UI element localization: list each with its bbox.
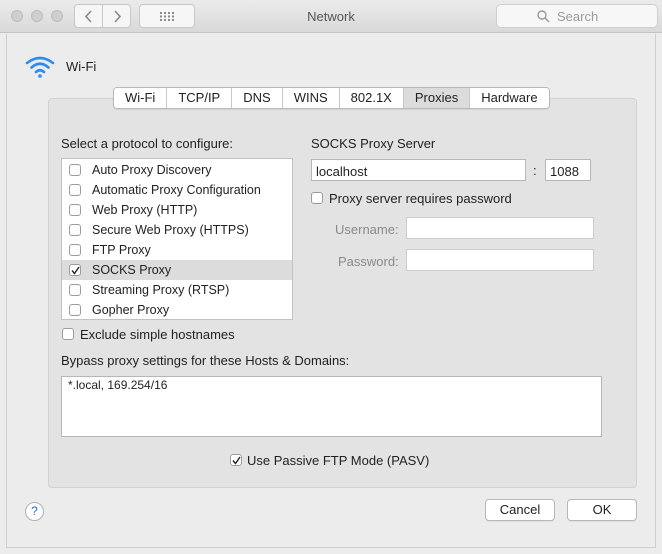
socks-heading: SOCKS Proxy Server [311,136,436,151]
username-label: Username: [335,222,399,237]
proxy-port-value: 1088 [550,164,579,179]
search-placeholder: Search [557,9,599,24]
proxy-server-field[interactable]: localhost [311,159,526,181]
checkbox[interactable] [69,284,81,296]
protocol-label: Web Proxy (HTTP) [92,203,198,217]
protocol-label: Gopher Proxy [92,303,170,317]
protocol-item-automatic-proxy-configuration[interactable]: Automatic Proxy Configuration [62,180,292,200]
exclude-simple-hostnames-checkbox[interactable] [62,328,74,340]
protocol-item-gopher-proxy[interactable]: Gopher Proxy [62,300,292,320]
search-field[interactable]: Search [496,4,658,28]
proxy-server-value: localhost [316,164,368,179]
proxy-port-field[interactable]: 1088 [545,159,591,181]
requires-password-checkbox[interactable] [311,192,323,204]
protocol-label: FTP Proxy [92,243,151,257]
checkbox[interactable] [69,224,81,236]
protocol-label: Auto Proxy Discovery [92,163,212,177]
ok-button[interactable]: OK [567,499,637,521]
protocol-label: Automatic Proxy Configuration [92,183,261,197]
checkmark-icon [71,266,80,275]
checkbox[interactable] [69,264,81,276]
requires-password-label: Proxy server requires password [329,191,512,206]
exclude-simple-hostnames-label: Exclude simple hostnames [80,327,235,342]
protocol-item-streaming-proxy[interactable]: Streaming Proxy (RTSP) [62,280,292,300]
bypass-heading: Bypass proxy settings for these Hosts & … [61,353,350,368]
title-bar: Network Search [0,0,662,33]
password-label: Password: [338,254,399,269]
checkbox[interactable] [69,304,81,316]
protocol-label: SOCKS Proxy [92,263,172,277]
tab-8021x[interactable]: 802.1X [339,88,404,108]
tab-tcpip[interactable]: TCP/IP [167,88,233,108]
checkmark-icon [232,456,241,465]
protocol-item-socks-proxy[interactable]: SOCKS Proxy [62,260,292,280]
passive-ftp-label: Use Passive FTP Mode (PASV) [247,453,430,468]
help-button[interactable]: ? [25,502,44,521]
checkbox[interactable] [69,164,81,176]
tab-wifi[interactable]: Wi-Fi [114,88,168,108]
tab-wins[interactable]: WINS [282,88,340,108]
checkbox[interactable] [69,204,81,216]
protocol-item-ftp-proxy[interactable]: FTP Proxy [62,240,292,260]
username-field[interactable] [406,217,594,239]
tab-hardware[interactable]: Hardware [470,88,549,108]
protocol-item-web-proxy[interactable]: Web Proxy (HTTP) [62,200,292,220]
cancel-button[interactable]: Cancel [485,499,555,521]
checkbox[interactable] [69,244,81,256]
passive-ftp-checkbox[interactable] [230,454,242,466]
tab-bar: Wi-Fi TCP/IP DNS WINS 802.1X Proxies Har… [113,87,550,109]
protocol-heading: Select a protocol to configure: [61,136,233,151]
password-field[interactable] [406,249,594,271]
checkbox[interactable] [69,184,81,196]
interface-name: Wi-Fi [66,59,97,74]
protocol-item-auto-proxy-discovery[interactable]: Auto Proxy Discovery [62,160,292,180]
port-separator: : [533,163,537,178]
bypass-textarea[interactable]: *.local, 169.254/16 [61,376,602,437]
search-icon [537,10,550,23]
protocol-list: Auto Proxy Discovery Automatic Proxy Con… [61,158,293,320]
wifi-icon [25,56,55,78]
protocol-label: Secure Web Proxy (HTTPS) [92,223,249,237]
tab-proxies[interactable]: Proxies [403,88,471,108]
protocol-item-secure-web-proxy[interactable]: Secure Web Proxy (HTTPS) [62,220,292,240]
protocol-label: Streaming Proxy (RTSP) [92,283,230,297]
tab-dns[interactable]: DNS [232,88,283,108]
bypass-value: *.local, 169.254/16 [68,378,168,392]
